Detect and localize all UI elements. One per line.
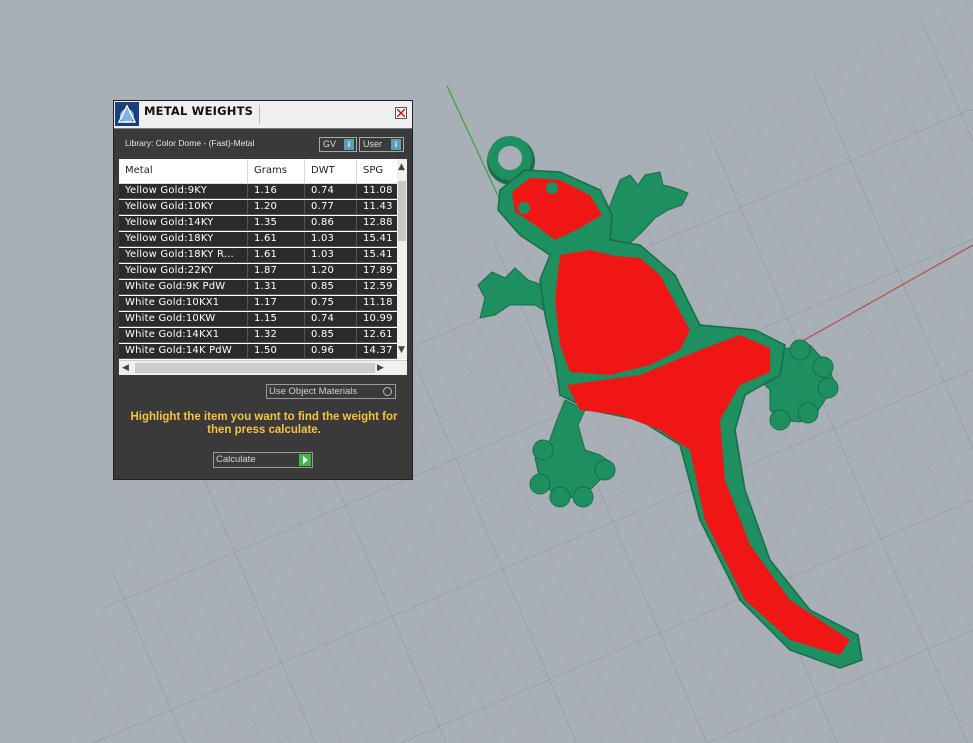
cell-spg: 12.61: [363, 329, 393, 340]
table-row[interactable]: Yellow Gold:22KY 1.87 1.20 17.89: [119, 264, 397, 279]
cell-grams: 1.61: [248, 232, 305, 247]
info-icon: i: [344, 139, 354, 150]
table-row[interactable]: Yellow Gold:9KY 1.16 0.74 11.08: [119, 184, 397, 199]
column-header-grams[interactable]: Grams: [248, 159, 305, 183]
play-icon: [299, 454, 311, 466]
dialog-titlebar[interactable]: METAL WEIGHTS: [114, 101, 412, 129]
scroll-left-icon[interactable]: ◀: [122, 363, 129, 373]
cell-grams: 1.16: [248, 184, 305, 199]
scroll-down-icon[interactable]: ▼: [398, 345, 405, 355]
cell-metal: White Gold:9K PdW: [119, 280, 248, 295]
table-row[interactable]: White Gold:10KX1 1.17 0.75 11.18: [119, 296, 397, 311]
cell-metal: Yellow Gold:22KY: [119, 264, 248, 279]
table-row[interactable]: Yellow Gold:18KY R... 1.61 1.03 15.41: [119, 248, 397, 263]
horizontal-scrollbar[interactable]: ◀ ▶: [119, 360, 407, 375]
cell-spg: 11.43: [363, 201, 393, 212]
close-button[interactable]: [395, 107, 407, 119]
table-row[interactable]: White Gold:14K PdW 1.50 0.96 14.37: [119, 344, 397, 359]
cell-dwt: 0.75: [305, 296, 357, 311]
cell-dwt: 0.77: [305, 200, 357, 215]
cell-spg: 12.88: [363, 217, 393, 228]
cell-dwt: 0.96: [305, 344, 357, 359]
table-body: Yellow Gold:9KY 1.16 0.74 11.08 Yellow Gold…: [119, 184, 397, 359]
user-button[interactable]: User i: [359, 137, 404, 152]
cell-metal: White Gold:14KX1: [119, 328, 248, 343]
table-row[interactable]: Yellow Gold:10KY 1.20 0.77 11.43: [119, 200, 397, 215]
cell-spg: 10.99: [363, 313, 393, 324]
cell-grams: 1.31: [248, 280, 305, 295]
cell-grams: 1.17: [248, 296, 305, 311]
vertical-scroll-thumb[interactable]: [398, 181, 406, 241]
use-object-materials-toggle[interactable]: Use Object Materials: [266, 384, 396, 399]
column-header-metal[interactable]: Metal: [119, 159, 248, 183]
metal-weights-dialog: METAL WEIGHTS Library: Color Dome - (Fas…: [113, 100, 413, 480]
cell-spg: 12.59: [363, 281, 393, 292]
cell-spg: 11.18: [363, 297, 393, 308]
cell-metal: Yellow Gold:9KY: [119, 184, 248, 199]
close-icon: [397, 109, 405, 117]
cell-dwt: 1.20: [305, 264, 357, 279]
scroll-right-icon[interactable]: ▶: [377, 363, 384, 373]
table-row[interactable]: White Gold:9K PdW 1.31 0.85 12.59: [119, 280, 397, 295]
column-header-dwt[interactable]: DWT: [305, 159, 357, 183]
table-row[interactable]: White Gold:14KX1 1.32 0.85 12.61: [119, 328, 397, 343]
cell-metal: White Gold:14K PdW: [119, 344, 248, 359]
cell-grams: 1.61: [248, 248, 305, 263]
cell-metal: Yellow Gold:18KY R...: [119, 248, 248, 263]
cell-metal: Yellow Gold:14KY: [119, 216, 248, 231]
cell-spg: 15.41: [363, 249, 393, 260]
column-header-spg[interactable]: SPG: [357, 159, 397, 183]
cell-dwt: 0.74: [305, 184, 357, 199]
cell-spg: 15.41: [363, 233, 393, 244]
table-row[interactable]: White Gold:10KW 1.15 0.74 10.99: [119, 312, 397, 327]
cell-dwt: 0.86: [305, 216, 357, 231]
cell-grams: 1.87: [248, 264, 305, 279]
cell-grams: 1.35: [248, 216, 305, 231]
title-divider: [259, 105, 260, 124]
cell-dwt: 0.85: [305, 280, 357, 295]
vertical-scrollbar[interactable]: ▲ ▼: [397, 159, 407, 359]
instruction-text: Highlight the item you want to find the …: [130, 411, 398, 436]
cell-metal: White Gold:10KX1: [119, 296, 248, 311]
dialog-title: METAL WEIGHTS: [144, 104, 254, 118]
cell-spg: 17.89: [363, 265, 393, 276]
cell-metal: White Gold:10KW: [119, 312, 248, 327]
scroll-up-icon[interactable]: ▲: [398, 162, 405, 172]
cell-metal: Yellow Gold:18KY: [119, 232, 248, 247]
metal-weights-table[interactable]: Metal Grams DWT SPG Yellow Gold:9KY 1.16 0…: [119, 159, 407, 375]
use-object-materials-label: Use Object Materials: [269, 386, 358, 397]
cell-spg: 11.08: [363, 185, 393, 196]
gv-button[interactable]: GV i: [319, 137, 357, 152]
cell-spg: 14.37: [363, 345, 393, 356]
radio-icon: [383, 387, 392, 396]
calculate-label: Calculate: [216, 454, 256, 465]
horizontal-scroll-thumb[interactable]: [135, 363, 375, 373]
cell-metal: Yellow Gold:10KY: [119, 200, 248, 215]
calculate-button[interactable]: Calculate: [213, 452, 313, 468]
gv-label: GV: [323, 139, 337, 149]
cell-dwt: 1.03: [305, 232, 357, 247]
table-row[interactable]: Yellow Gold:14KY 1.35 0.86 12.88: [119, 216, 397, 231]
cell-dwt: 0.74: [305, 312, 357, 327]
user-label: User: [363, 139, 383, 149]
info-icon: i: [391, 139, 401, 150]
app-logo-icon: [115, 102, 139, 126]
cell-grams: 1.32: [248, 328, 305, 343]
table-row[interactable]: Yellow Gold:18KY 1.61 1.03 15.41: [119, 232, 397, 247]
cell-dwt: 0.85: [305, 328, 357, 343]
cell-grams: 1.20: [248, 200, 305, 215]
cell-grams: 1.15: [248, 312, 305, 327]
cell-dwt: 1.03: [305, 248, 357, 263]
library-label: Library: Color Dome - (Fast)-Metal: [125, 138, 255, 148]
table-header: Metal Grams DWT SPG: [119, 159, 397, 184]
cell-grams: 1.50: [248, 344, 305, 359]
